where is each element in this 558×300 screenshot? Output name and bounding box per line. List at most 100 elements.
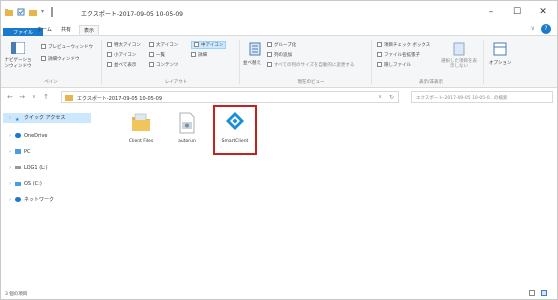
item-checkbox-toggle[interactable]: 項目チェック ボックス <box>377 42 430 48</box>
search-box[interactable]: エクスポート-2017-09-05 10-05-0.. の検索 <box>411 91 553 103</box>
minimize-button[interactable]: – <box>481 5 501 19</box>
drive-icon <box>15 166 21 169</box>
group-by-button[interactable]: グループ化 <box>267 42 296 48</box>
layout-details[interactable]: 詳細 <box>191 52 207 58</box>
layout-medium-icons[interactable]: 中アイコン <box>191 41 227 49</box>
address-bar[interactable]: エクスポート-2017-09-05 10-05-09 ∨ ↻ <box>61 91 399 103</box>
nav-item-log1[interactable]: › LOG1 (L:) <box>9 163 48 173</box>
forward-button[interactable]: → <box>17 92 27 102</box>
navigation-pane-button[interactable]: ナビゲーションウィンドウ <box>3 58 33 70</box>
group-separator <box>371 40 372 84</box>
nav-item-quick-access[interactable]: › ★ クイック アクセス <box>3 113 91 123</box>
help-icon[interactable]: ? <box>541 24 551 34</box>
separator <box>51 7 53 17</box>
layout-content[interactable]: コンテンツ <box>149 62 179 68</box>
maximize-button[interactable]: ☐ <box>507 5 527 19</box>
autorun-file-icon <box>179 112 195 134</box>
refresh-icon[interactable]: ↻ <box>389 94 394 101</box>
preview-pane-button[interactable]: プレビューウィンドウ <box>41 44 93 50</box>
tab-share[interactable]: 共有 <box>57 25 75 35</box>
item-checkbox-label: 項目チェック ボックス <box>384 43 431 48</box>
fit-columns-icon <box>267 62 272 67</box>
hidden-items-toggle[interactable]: 隠しファイル <box>377 62 411 68</box>
customize-toolbar-icon[interactable]: ▾ <box>41 8 49 16</box>
pc-icon <box>15 149 21 154</box>
ribbon-tabs: ファイル ホーム 共有 表示 ∨ ? <box>1 24 557 72</box>
search-input[interactable]: エクスポート-2017-09-05 10-05-0.. の検索 <box>416 95 507 101</box>
pane-group-label: ペイン <box>44 80 58 85</box>
nav-item-network[interactable]: › ネットワーク <box>9 195 54 205</box>
group-separator <box>239 40 240 84</box>
layout-list[interactable]: 一覧 <box>149 52 165 58</box>
medium-icons-icon <box>194 42 199 47</box>
details-pane-button[interactable]: 詳細ウィンドウ <box>41 56 80 62</box>
selection-highlight-box <box>213 105 257 155</box>
hide-selected-icon[interactable] <box>453 42 465 56</box>
nav-label: PC <box>24 149 31 155</box>
recent-locations-button[interactable]: ∨ <box>29 92 39 102</box>
back-button[interactable]: ← <box>5 92 15 102</box>
layout-tiles[interactable]: 並べて表示 <box>107 62 136 68</box>
hide-selected-button[interactable]: 選択した項目を表示しない <box>439 59 479 69</box>
folder-icon <box>132 113 150 131</box>
layout-small-icons[interactable]: 小アイコン <box>107 52 136 58</box>
sort-icon[interactable] <box>249 42 261 56</box>
file-label: Client Files <box>128 139 154 144</box>
cloud-icon <box>15 133 21 138</box>
fit-columns-button[interactable]: すべての列のサイズを自動的に変更する <box>267 62 354 68</box>
group-separator <box>101 40 102 84</box>
nav-label: クイック アクセス <box>24 115 66 121</box>
folder-icon <box>5 9 13 16</box>
add-column-button[interactable]: 列の追加 <box>267 52 292 58</box>
tab-view[interactable]: 表示 <box>79 25 100 35</box>
add-column-label: 列の追加 <box>274 53 292 58</box>
file-label: autorun <box>178 139 196 144</box>
address-dropdown-icon[interactable]: ∨ <box>378 94 382 100</box>
layout-xlarge-icons[interactable]: 特大アイコン <box>107 42 141 48</box>
file-item-client-files[interactable]: Client Files <box>121 109 161 153</box>
status-bar: 3 個の項目 <box>1 288 557 299</box>
large-icons-icon <box>149 42 154 47</box>
ribbon: ナビゲーションウィンドウ プレビューウィンドウ 詳細ウィンドウ ペイン 特大アイ… <box>1 36 557 88</box>
list-icon <box>149 52 154 57</box>
properties-icon[interactable] <box>17 8 25 16</box>
file-item-autorun[interactable]: autorun <box>167 109 207 153</box>
group-by-label: グループ化 <box>274 43 297 48</box>
checkbox-icon <box>377 62 382 67</box>
large-icons-view-icon[interactable] <box>541 290 547 296</box>
nav-item-os[interactable]: › OS (C:) <box>9 179 42 189</box>
tab-home[interactable]: ホーム <box>33 25 56 35</box>
navigation-pane-icon[interactable] <box>11 42 25 54</box>
new-folder-icon[interactable] <box>29 8 37 16</box>
layout-label: 詳細 <box>198 53 207 58</box>
layout-label: 一覧 <box>156 53 165 58</box>
xlarge-icons-icon <box>107 42 112 47</box>
details-pane-label: 詳細ウィンドウ <box>48 57 80 62</box>
folder-icon <box>65 95 73 101</box>
layout-group-label: レイアウト <box>164 80 188 85</box>
extensions-toggle[interactable]: ファイル名拡張子 <box>377 52 420 58</box>
nav-item-onedrive[interactable]: › OneDrive <box>9 131 48 141</box>
extensions-label: ファイル名拡張子 <box>384 53 420 58</box>
sort-button[interactable]: 並べ替え <box>243 60 261 66</box>
group-separator <box>483 40 484 84</box>
hidden-items-label: 隠しファイル <box>384 63 411 68</box>
window-title: エクスポート-2017-09-05 10-05-09 <box>81 11 183 18</box>
nav-item-pc[interactable]: › PC <box>9 147 31 157</box>
close-button[interactable]: ✕ <box>533 5 553 19</box>
drive-icon <box>15 181 21 186</box>
up-button[interactable]: ↑ <box>41 92 51 102</box>
options-icon[interactable] <box>493 42 507 56</box>
details-icon <box>191 52 196 57</box>
ribbon-collapse-icon[interactable]: ∨ <box>531 25 535 32</box>
layout-large-icons[interactable]: 大アイコン <box>149 42 178 48</box>
tiles-icon <box>107 62 112 67</box>
layout-label: 中アイコン <box>201 43 224 48</box>
details-view-icon[interactable] <box>529 290 535 296</box>
item-count: 3 個の項目 <box>5 292 28 297</box>
layout-label: 小アイコン <box>114 53 137 58</box>
layout-label: 特大アイコン <box>114 43 141 48</box>
add-column-icon <box>267 52 272 57</box>
nav-label: OS (C:) <box>24 181 42 187</box>
options-button[interactable]: オプション <box>489 60 512 66</box>
